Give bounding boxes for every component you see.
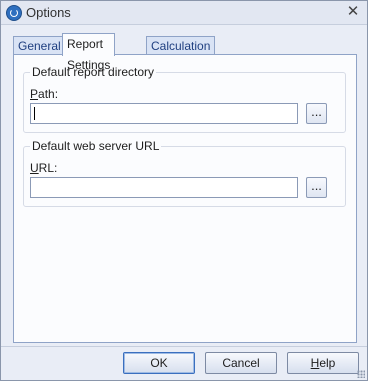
ok-button[interactable]: OK	[123, 352, 195, 374]
tab-calculation[interactable]: Calculation	[146, 36, 216, 56]
footer-divider	[1, 346, 367, 347]
title-bar[interactable]: Options ✕	[1, 1, 367, 25]
help-rest: elp	[319, 356, 336, 370]
path-input[interactable]	[30, 103, 298, 124]
path-label-rest: ath:	[38, 87, 59, 101]
app-logo-icon	[6, 5, 22, 21]
resize-grip-icon[interactable]	[357, 370, 365, 378]
report-directory-group: Default report directory Path: ...	[23, 65, 346, 133]
path-browse-button[interactable]: ...	[306, 103, 327, 124]
tab-general[interactable]: General	[13, 36, 66, 56]
url-input[interactable]	[30, 177, 298, 198]
web-server-legend: Default web server URL	[30, 139, 162, 153]
path-label-accel: P	[30, 87, 39, 101]
url-label-accel: U	[30, 161, 39, 175]
options-dialog: Options ✕ General Report Settings Calcul…	[0, 0, 368, 381]
web-server-group: Default web server URL URL: ...	[23, 139, 346, 207]
path-label: Path:	[30, 87, 58, 101]
tab-report-settings[interactable]: Report Settings	[62, 33, 116, 72]
url-browse-button[interactable]: ...	[306, 177, 327, 198]
url-label-rest: RL:	[38, 161, 58, 175]
report-settings-panel: Default report directory Path: ... Defau…	[13, 54, 357, 343]
text-caret	[34, 107, 35, 120]
url-label: URL:	[30, 161, 57, 175]
cancel-button[interactable]: Cancel	[205, 352, 277, 374]
window-title: Options	[26, 5, 71, 20]
help-button[interactable]: Help	[287, 352, 359, 374]
close-icon[interactable]: ✕	[345, 3, 361, 21]
